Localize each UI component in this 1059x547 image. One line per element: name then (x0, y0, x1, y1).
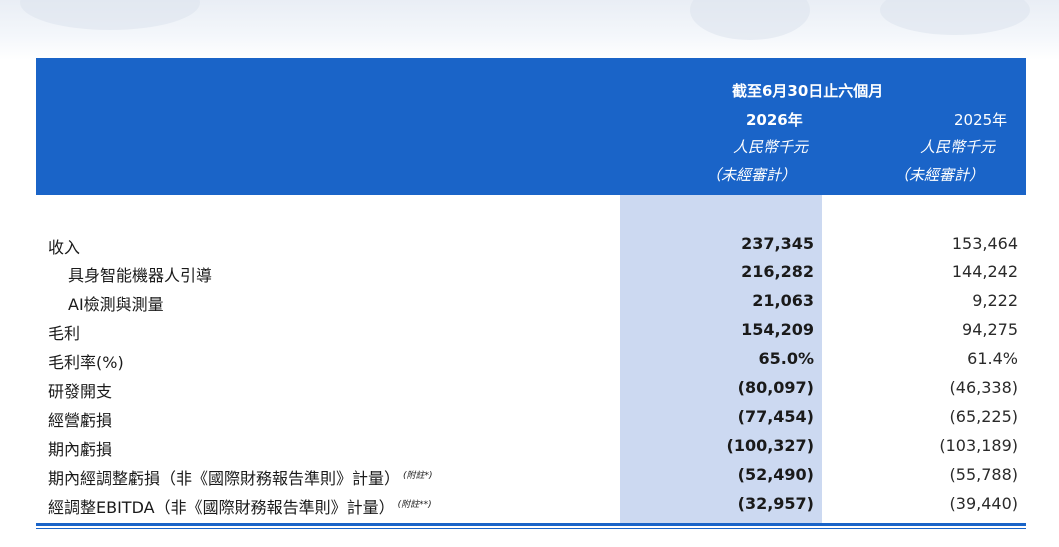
value-2026: (100,327) (726, 436, 815, 455)
table-row: 毛利 154,209 94,275 (36, 316, 1026, 344)
value-2025: 9,222 (972, 291, 1018, 310)
value-2026: (80,097) (737, 378, 814, 397)
value-2025: 144,242 (951, 262, 1018, 281)
table-header: 截至6月30日止六個月 2026年 人民幣千元 （未經審計） 2025年 人民幣… (36, 58, 1026, 195)
table-bottom-rule (36, 523, 1026, 526)
row-label: 毛利 (48, 324, 81, 343)
value-2026: (52,490) (737, 465, 814, 484)
row-label: 毛利率(%) (48, 353, 124, 372)
period-heading: 截至6月30日止六個月 (732, 82, 884, 100)
row-label: 期內經調整虧損（非《國際財務報告準則》計量） (附註*) (48, 465, 433, 489)
value-2025: (39,440) (949, 494, 1018, 513)
value-2026: (32,957) (737, 494, 814, 513)
footnote-ref: (附註*) (403, 470, 433, 481)
table-row: 經營虧損 (77,454) (65,225) (36, 403, 1026, 431)
audit-2025: （未經審計） (894, 166, 985, 184)
value-2025: 61.4% (967, 349, 1018, 368)
table-row: 期內虧損 (100,327) (103,189) (36, 432, 1026, 460)
table-row: 收入 237,345 153,464 (36, 230, 1026, 258)
value-2026: 216,282 (741, 262, 814, 281)
value-2026: 154,209 (741, 320, 814, 339)
row-label-text: 經調整EBITDA（非《國際財務報告準則》計量） (48, 498, 395, 517)
value-2025: (103,189) (939, 436, 1018, 455)
row-label: 經調整EBITDA（非《國際財務報告準則》計量） (附註**) (48, 494, 432, 518)
value-2026: 21,063 (752, 291, 814, 310)
row-label: 收入 (48, 238, 81, 257)
table-bottom-rule-thin (36, 528, 1026, 529)
value-2025: (46,338) (949, 378, 1018, 397)
value-2025: 94,275 (962, 320, 1018, 339)
table-row: AI檢測與測量 21,063 9,222 (36, 287, 1026, 315)
row-label: AI檢測與測量 (68, 295, 164, 314)
footnote-ref: (附註**) (397, 499, 432, 510)
value-2025: (65,225) (949, 407, 1018, 426)
row-label: 具身智能機器人引導 (68, 266, 213, 285)
row-label-text: 期內經調整虧損（非《國際財務報告準則》計量） (48, 469, 401, 488)
row-label: 經營虧損 (48, 411, 113, 430)
currency-2025: 人民幣千元 (920, 138, 996, 156)
value-2025: (55,788) (949, 465, 1018, 484)
year-2026: 2026年 (746, 111, 803, 129)
row-label: 研發開支 (48, 382, 113, 401)
value-2026: 237,345 (741, 234, 814, 253)
value-2025: 153,464 (951, 234, 1018, 253)
value-2026: 65.0% (758, 349, 814, 368)
table-row: 具身智能機器人引導 216,282 144,242 (36, 258, 1026, 286)
table-row: 經調整EBITDA（非《國際財務報告準則》計量） (附註**) (32,957) … (36, 490, 1026, 518)
table-row: 研發開支 (80,097) (46,338) (36, 374, 1026, 402)
currency-2026: 人民幣千元 (733, 138, 809, 156)
value-2026: (77,454) (737, 407, 814, 426)
year-2025: 2025年 (954, 111, 1008, 129)
table-row: 期內經調整虧損（非《國際財務報告準則》計量） (附註*) (52,490) (55… (36, 461, 1026, 489)
audit-2026: （未經審計） (706, 166, 797, 184)
table-row: 毛利率(%) 65.0% 61.4% (36, 345, 1026, 373)
row-label: 期內虧損 (48, 440, 113, 459)
